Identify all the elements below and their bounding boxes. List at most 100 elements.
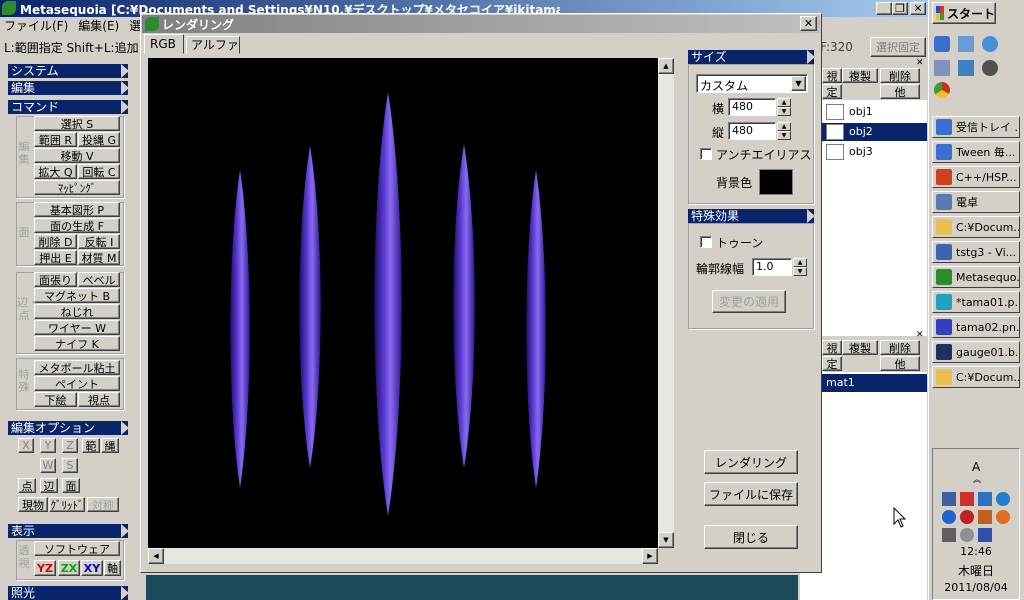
dialog-close-button[interactable]: ✕ (800, 16, 817, 31)
menu-edit[interactable]: 編集(E) (78, 17, 119, 35)
apply-changes-button[interactable]: 変更の適用 (712, 290, 786, 313)
height-spin-down-icon[interactable]: ▼ (777, 131, 791, 140)
lasso-option-toggle[interactable]: 縄 (101, 438, 119, 453)
object-delete-button[interactable]: 削除 (880, 68, 920, 83)
w-option-toggle[interactable]: W (40, 458, 56, 473)
ime-indicator[interactable]: A (972, 460, 980, 474)
task-button[interactable]: C:¥Docum... (932, 366, 1020, 388)
preview-horizontal-scrollbar[interactable] (148, 548, 658, 564)
width-field[interactable]: 480 (728, 98, 776, 116)
lasso-button[interactable]: 投縄 G (78, 132, 120, 147)
task-button[interactable]: Metasequo... (932, 266, 1020, 288)
material-other-button[interactable]: 他 (880, 356, 920, 371)
object-row-obj3[interactable]: obj3 (822, 143, 927, 161)
security-icon[interactable] (960, 492, 974, 506)
knife-button[interactable]: ナイフ K (34, 336, 120, 351)
chevron-down-icon[interactable]: ▼ (791, 76, 806, 91)
object-panel-close-icon[interactable]: ✕ (916, 58, 926, 68)
ie-icon[interactable] (934, 36, 950, 52)
axis-z-toggle[interactable]: Z (62, 438, 78, 453)
object-row-obj1[interactable]: obj1 (822, 103, 927, 121)
select-button[interactable]: 選択 S (34, 116, 120, 131)
task-button[interactable]: 受信トレイ ... (932, 116, 1020, 138)
paint-button[interactable]: ペイント (34, 376, 120, 391)
render-button[interactable]: レンダリング (704, 450, 798, 474)
maximize-button[interactable]: ❐ (892, 2, 908, 15)
lighting-header[interactable]: 照光 (8, 586, 129, 600)
task-button[interactable]: tama02.pn... (932, 316, 1020, 338)
axis-y-toggle[interactable]: Y (40, 438, 56, 453)
object-visibility-box[interactable] (826, 144, 844, 160)
task-button[interactable]: gauge01.b... (932, 341, 1020, 363)
axis-display-button[interactable]: 軸 (104, 560, 121, 576)
start-button[interactable]: スタート (932, 2, 996, 24)
material-row-mat1[interactable]: mat1 (822, 374, 927, 392)
mapping-button[interactable]: ﾏｯﾋﾟﾝｸﾞ (34, 180, 120, 195)
width-spin-up-icon[interactable]: ▲ (777, 98, 791, 107)
scroll-left-button[interactable]: ◀ (148, 548, 164, 564)
wire-button[interactable]: ワイヤー W (34, 320, 120, 335)
bevel-button[interactable]: ベベル (78, 272, 120, 287)
antivirus-icon[interactable] (960, 510, 974, 524)
task-button[interactable]: C++/HSP... (932, 166, 1020, 188)
task-button[interactable]: Tween 毎... (932, 141, 1020, 163)
material-fixed-partial-button[interactable]: 定 (822, 356, 842, 371)
window-close-button[interactable]: ✕ (910, 2, 926, 15)
menu-file[interactable]: ファイル(F) (4, 17, 68, 35)
edge-option-toggle[interactable]: 辺 (40, 478, 58, 493)
minimize-button[interactable]: _ (876, 2, 892, 15)
flip-button[interactable]: 反転 I (78, 234, 120, 249)
move-button[interactable]: 移動 V (34, 148, 120, 163)
chrome-icon[interactable] (934, 82, 950, 98)
material-delete-button[interactable]: 削除 (880, 340, 920, 355)
underlay-button[interactable]: 下絵 (34, 392, 77, 407)
yz-view-button[interactable]: YZ (34, 560, 56, 576)
tab-alpha[interactable]: アルファ (186, 36, 240, 54)
display-header[interactable]: 表示 (8, 524, 129, 538)
volume-icon[interactable] (978, 510, 992, 524)
delete-button[interactable]: 削除 D (34, 234, 77, 249)
material-panel-close-icon[interactable]: ✕ (916, 330, 926, 340)
material-copy-button[interactable]: 複製 (842, 340, 878, 355)
grid-option-toggle[interactable]: ｸﾞﾘｯﾄﾞ (49, 497, 85, 512)
outline-width-field[interactable]: 1.0 (752, 258, 792, 276)
command-header[interactable]: コマンド (8, 100, 129, 114)
scroll-down-button[interactable]: ▼ (658, 532, 674, 548)
xy-view-button[interactable]: XY (81, 560, 103, 576)
outline-spin-down-icon[interactable]: ▼ (793, 267, 807, 276)
object-other-button[interactable]: 他 (880, 84, 920, 99)
rotate-button[interactable]: 回転 C (78, 164, 120, 179)
display-icon[interactable] (942, 528, 956, 542)
scroll-right-button[interactable]: ▶ (642, 548, 658, 564)
search-icon[interactable] (996, 492, 1010, 506)
object-visibility-box[interactable] (826, 124, 844, 140)
save-to-file-button[interactable]: ファイルに保存 (704, 482, 798, 506)
basic-shape-button[interactable]: 基本図形 P (34, 202, 120, 217)
bg-color-swatch[interactable] (759, 169, 793, 195)
toon-checkbox[interactable] (700, 236, 712, 248)
document-icon[interactable] (958, 60, 974, 76)
edit-options-header[interactable]: 編集オプション (8, 421, 129, 435)
notepad-icon[interactable] (934, 60, 950, 76)
object-fixed-partial-button[interactable]: 定 (822, 84, 842, 99)
task-button[interactable]: 電卓 (932, 191, 1020, 213)
current-option-toggle[interactable]: 現物 (18, 497, 48, 512)
fixed-selection-button[interactable]: 選択固定 (870, 37, 926, 57)
edit-header[interactable]: 編集 (8, 81, 129, 95)
globe-icon[interactable] (982, 36, 998, 52)
twist-button[interactable]: ねじれ (34, 304, 120, 319)
scroll-up-button[interactable]: ▲ (658, 58, 674, 74)
network-icon[interactable] (942, 492, 956, 506)
width-spin-down-icon[interactable]: ▼ (777, 107, 791, 116)
stretch-button[interactable]: 面張り (34, 272, 77, 287)
object-view-partial-button[interactable]: 視 (822, 68, 842, 83)
object-row-obj2[interactable]: obj2 (822, 123, 927, 141)
clock-time[interactable]: 12:46 (932, 545, 1020, 558)
symmetry-option-toggle[interactable]: 対称 (87, 497, 119, 512)
object-visibility-box[interactable] (826, 104, 844, 120)
software-button[interactable]: ソフトウェア (34, 541, 120, 556)
make-face-button[interactable]: 面の生成 F (34, 218, 120, 233)
scale-button[interactable]: 拡大 Q (34, 164, 77, 179)
update-icon[interactable] (996, 510, 1010, 524)
object-copy-button[interactable]: 複製 (842, 68, 878, 83)
